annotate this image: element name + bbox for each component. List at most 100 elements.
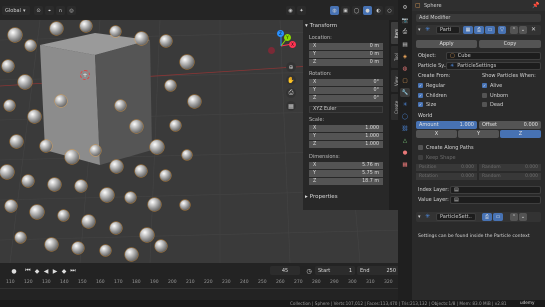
- move-down-icon[interactable]: ⌄: [519, 213, 527, 221]
- timeline-divider: [0, 288, 404, 289]
- solid-shading-icon[interactable]: ●: [363, 6, 372, 15]
- camera-icon[interactable]: ⎙: [474, 26, 484, 34]
- apply-button[interactable]: Apply: [416, 40, 477, 48]
- unborn-checkbox[interactable]: [482, 93, 487, 98]
- regular-checkbox[interactable]: ✓: [418, 83, 423, 88]
- axis-label: Y: [313, 88, 316, 93]
- transform-panel-header[interactable]: ▾ Transform: [305, 21, 387, 30]
- texture-icon[interactable]: ▦: [400, 160, 410, 169]
- scale-x-field[interactable]: X 1.000: [309, 125, 383, 132]
- timeline-tick-label: 230: [222, 280, 231, 285]
- snap-icon[interactable]: ⌖: [45, 6, 54, 15]
- rotation-z-field[interactable]: Z 0°: [309, 95, 383, 102]
- random-value: 0.000: [525, 174, 538, 179]
- y-axis-icon[interactable]: Y: [284, 34, 291, 41]
- visibility-icon[interactable]: ◉: [286, 6, 295, 15]
- x-axis-icon[interactable]: X: [289, 41, 296, 48]
- dead-checkbox[interactable]: [482, 102, 487, 107]
- rotation-x-field[interactable]: X 0°: [309, 79, 383, 86]
- gizmo-icon[interactable]: ✦: [297, 6, 306, 15]
- axis-x-button[interactable]: X: [416, 130, 457, 138]
- overlay-icon[interactable]: ◍: [330, 6, 339, 15]
- scale-y-field[interactable]: Y 1.000: [309, 133, 383, 140]
- size-checkbox[interactable]: ✓: [418, 102, 423, 107]
- rendered-shading-icon[interactable]: ○: [385, 6, 394, 15]
- pivot-point-icon[interactable]: ⊙: [34, 6, 43, 15]
- position-field[interactable]: Position 0.000: [416, 164, 477, 171]
- constraints-icon[interactable]: ⛓: [400, 124, 410, 133]
- offset-field[interactable]: Offset 0.000: [479, 121, 541, 129]
- pan-hand-icon[interactable]: ✋: [286, 75, 296, 85]
- location-y-field[interactable]: Y 0 m: [309, 51, 383, 58]
- pin-icon[interactable]: 📌: [532, 2, 539, 9]
- timeline-tick-label: 140: [60, 280, 69, 285]
- particles-icon[interactable]: ✳: [400, 100, 410, 109]
- zoom-icon[interactable]: ⊕: [286, 62, 296, 72]
- timeline-ruler[interactable]: 110 120 130 140 150 160 170 180 190 200 210 220 230 2…: [0, 263, 404, 300]
- particle-system-field[interactable]: ✳ ParticleSettings: [446, 62, 541, 70]
- cage-icon[interactable]: ▽: [498, 26, 506, 34]
- amount-field[interactable]: Amount 1.000: [416, 121, 477, 129]
- keep-shape-checkbox[interactable]: [418, 155, 423, 160]
- neg-x-axis-icon[interactable]: [268, 47, 275, 54]
- modifier-header[interactable]: ▾ ✳ Parti ▦ ⎙ ▭ ▽ ⌃ ⌄ ✕: [416, 25, 541, 35]
- axis-y-button[interactable]: Y: [458, 130, 499, 138]
- object-icon[interactable]: ▢: [400, 76, 410, 85]
- grid-icon[interactable]: ▦: [286, 101, 296, 111]
- copy-button[interactable]: Copy: [479, 40, 541, 48]
- alive-checkbox[interactable]: ✓: [482, 83, 487, 88]
- navigation-gizmo[interactable]: X Y Z: [265, 30, 297, 62]
- dimensions-y-field[interactable]: Y 5.75 m: [309, 170, 383, 177]
- modifier-wrench-icon[interactable]: 🔧: [400, 88, 410, 97]
- 3d-cursor-icon[interactable]: +: [80, 70, 90, 80]
- modifier-name-field[interactable]: Parti: [436, 26, 460, 34]
- xray-icon[interactable]: ▣: [341, 6, 350, 15]
- close-icon[interactable]: ✕: [531, 26, 536, 33]
- move-up-icon[interactable]: ⌃: [510, 213, 518, 221]
- output-icon[interactable]: ⎙: [400, 28, 410, 37]
- transform-orientation-dropdown[interactable]: Global ▾: [2, 6, 30, 15]
- scale-z-field[interactable]: Z 1.000: [309, 141, 383, 148]
- world-icon[interactable]: ◍: [400, 64, 410, 73]
- view-layer-icon[interactable]: ▤: [400, 40, 410, 49]
- camera-icon[interactable]: ⎙: [482, 213, 492, 221]
- editmode-icon[interactable]: ▦: [463, 26, 473, 34]
- tool-icon[interactable]: ⚙: [400, 3, 410, 12]
- move-up-icon[interactable]: ⌃: [510, 26, 518, 34]
- z-axis-icon[interactable]: Z: [277, 30, 284, 37]
- dimensions-x-field[interactable]: X 5.76 m: [309, 162, 383, 169]
- physics-icon[interactable]: ◯: [400, 112, 410, 121]
- vertex-color-icon: ▤: [454, 187, 459, 193]
- children-checkbox[interactable]: ✓: [418, 93, 423, 98]
- wireframe-shading-icon[interactable]: ◯: [352, 6, 361, 15]
- rotation-mode-dropdown[interactable]: XYZ Euler: [309, 106, 383, 113]
- camera-icon[interactable]: ⎙: [286, 88, 296, 98]
- location-x-field[interactable]: X 0 m: [309, 43, 383, 50]
- object-data-icon[interactable]: △: [400, 136, 410, 145]
- rotation-field[interactable]: Rotation 0.000: [416, 173, 477, 180]
- rotation-y-field[interactable]: Y 0°: [309, 87, 383, 94]
- random-rotation-field[interactable]: Random 0.000: [479, 173, 541, 180]
- add-modifier-dropdown[interactable]: Add Modifier: [416, 14, 541, 22]
- properties-panel-header[interactable]: ▸ Properties: [305, 192, 387, 201]
- value-layer-field[interactable]: ▤: [450, 196, 541, 204]
- index-layer-field[interactable]: ▤: [450, 186, 541, 194]
- move-down-icon[interactable]: ⌄: [519, 26, 527, 34]
- scene-icon[interactable]: ◈: [400, 52, 410, 61]
- offset-label: Offset: [482, 122, 498, 128]
- magnet-icon[interactable]: ∩: [56, 6, 65, 15]
- object-field[interactable]: ▢ Cube: [446, 52, 541, 60]
- axis-z-button[interactable]: Z: [500, 130, 541, 138]
- location-z-field[interactable]: Z 0 m: [309, 59, 383, 66]
- display-icon[interactable]: ▭: [493, 213, 503, 221]
- dimensions-z-field[interactable]: Z 18.7 m: [309, 178, 383, 185]
- modifier2-name-field[interactable]: ParticleSett..: [436, 213, 476, 221]
- display-icon[interactable]: ▭: [485, 26, 495, 34]
- particle-system-modifier-header[interactable]: ▾ ✳ ParticleSett.. ⎙ ▭ ⌃ ⌄: [416, 212, 541, 222]
- proportional-edit-icon[interactable]: ◎: [67, 6, 76, 15]
- material-shading-icon[interactable]: ◐: [374, 6, 383, 15]
- render-icon[interactable]: 📷: [400, 16, 410, 25]
- random-position-field[interactable]: Random 0.000: [479, 164, 541, 171]
- create-along-paths-checkbox[interactable]: [418, 145, 423, 150]
- material-icon[interactable]: ●: [400, 148, 410, 157]
